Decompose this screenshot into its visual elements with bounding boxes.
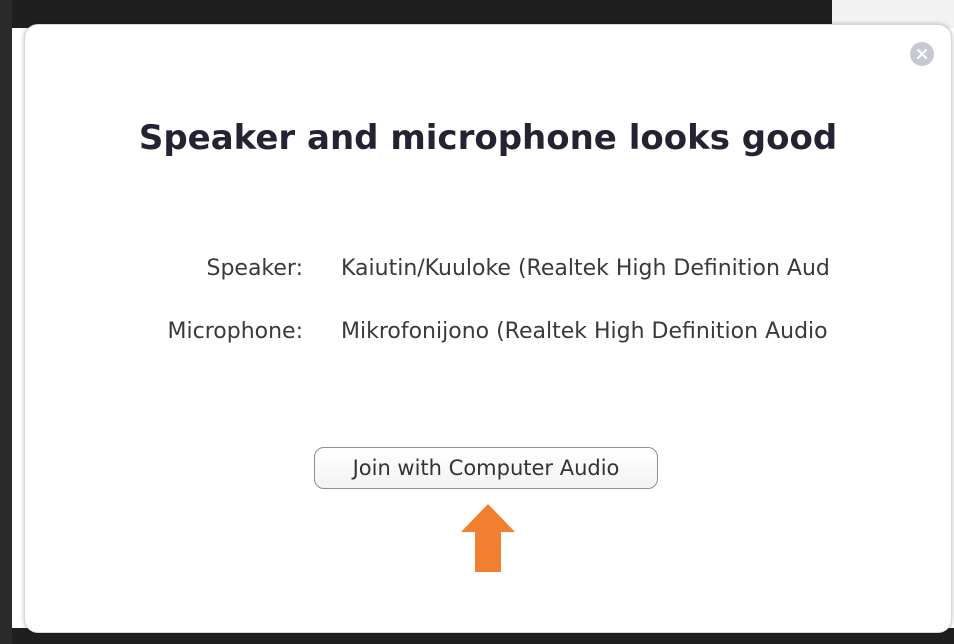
close-button[interactable]	[910, 42, 934, 66]
close-icon	[916, 48, 928, 60]
microphone-label: Microphone:	[167, 319, 303, 344]
speaker-row: Speaker: Kaiutin/Kuuloke (Realtek High D…	[25, 256, 951, 290]
audio-test-dialog: Speaker and microphone looks good Speake…	[24, 24, 952, 633]
dialog-title: Speaker and microphone looks good	[138, 118, 838, 158]
speaker-label: Speaker:	[206, 256, 303, 281]
speaker-device-name: Kaiutin/Kuuloke (Realtek High Definition…	[341, 256, 830, 281]
up-arrow-icon	[461, 504, 515, 572]
microphone-row: Microphone: Mikrofonijono (Realtek High …	[25, 319, 951, 353]
background-window-edge	[0, 0, 12, 644]
join-with-computer-audio-button[interactable]: Join with Computer Audio	[314, 447, 658, 489]
microphone-device-name: Mikrofonijono (Realtek High Definition A…	[341, 319, 828, 344]
